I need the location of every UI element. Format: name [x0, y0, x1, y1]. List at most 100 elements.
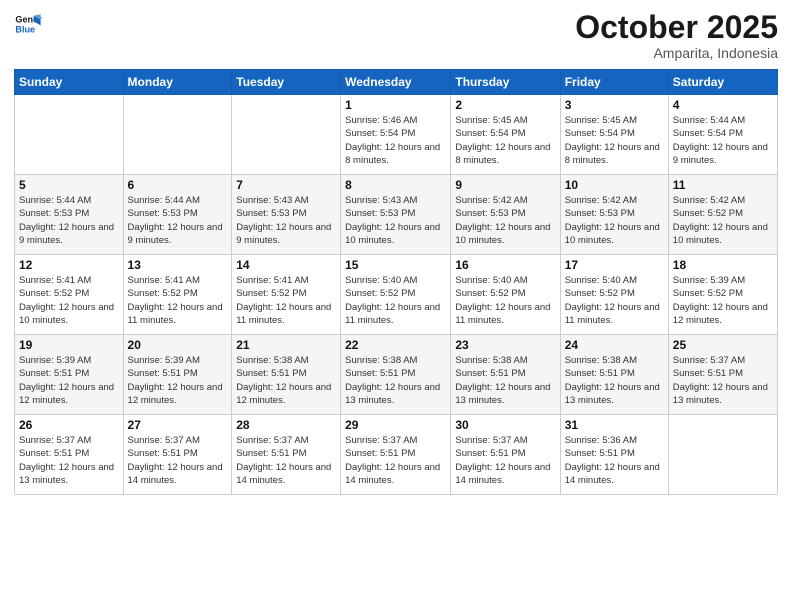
day-number: 2	[455, 98, 555, 112]
day-number: 3	[565, 98, 664, 112]
day-number: 5	[19, 178, 119, 192]
day-number: 31	[565, 418, 664, 432]
day-info: Sunrise: 5:40 AM Sunset: 5:52 PM Dayligh…	[565, 274, 664, 327]
day-number: 24	[565, 338, 664, 352]
month-title: October 2025	[575, 10, 778, 45]
calendar-cell	[668, 415, 777, 495]
day-number: 18	[673, 258, 773, 272]
calendar-cell: 5 Sunrise: 5:44 AM Sunset: 5:53 PM Daylig…	[15, 175, 124, 255]
weekday-header-sunday: Sunday	[15, 70, 124, 95]
day-info: Sunrise: 5:42 AM Sunset: 5:53 PM Dayligh…	[565, 194, 664, 247]
calendar-week-row: 5 Sunrise: 5:44 AM Sunset: 5:53 PM Daylig…	[15, 175, 778, 255]
calendar-week-row: 12 Sunrise: 5:41 AM Sunset: 5:52 PM Dayli…	[15, 255, 778, 335]
day-info: Sunrise: 5:41 AM Sunset: 5:52 PM Dayligh…	[128, 274, 228, 327]
day-info: Sunrise: 5:44 AM Sunset: 5:54 PM Dayligh…	[673, 114, 773, 167]
day-info: Sunrise: 5:38 AM Sunset: 5:51 PM Dayligh…	[455, 354, 555, 407]
day-info: Sunrise: 5:44 AM Sunset: 5:53 PM Dayligh…	[19, 194, 119, 247]
calendar-cell: 8 Sunrise: 5:43 AM Sunset: 5:53 PM Daylig…	[341, 175, 451, 255]
day-info: Sunrise: 5:40 AM Sunset: 5:52 PM Dayligh…	[345, 274, 446, 327]
calendar-cell: 15 Sunrise: 5:40 AM Sunset: 5:52 PM Dayli…	[341, 255, 451, 335]
day-number: 26	[19, 418, 119, 432]
calendar-cell: 10Sunrise: 5:42 AM Sunset: 5:53 PM Dayli…	[560, 175, 668, 255]
day-info: Sunrise: 5:42 AM Sunset: 5:52 PM Dayligh…	[673, 194, 773, 247]
day-info: Sunrise: 5:38 AM Sunset: 5:51 PM Dayligh…	[565, 354, 664, 407]
calendar-cell: 14Sunrise: 5:41 AM Sunset: 5:52 PM Dayli…	[232, 255, 341, 335]
calendar-cell: 2 Sunrise: 5:45 AM Sunset: 5:54 PM Daylig…	[451, 95, 560, 175]
calendar-week-row: 19 Sunrise: 5:39 AM Sunset: 5:51 PM Dayli…	[15, 335, 778, 415]
day-number: 16	[455, 258, 555, 272]
day-number: 22	[345, 338, 446, 352]
calendar-cell: 6Sunrise: 5:44 AM Sunset: 5:53 PM Daylig…	[123, 175, 232, 255]
logo: General Blue	[14, 10, 42, 38]
day-info: Sunrise: 5:37 AM Sunset: 5:51 PM Dayligh…	[128, 434, 228, 487]
day-info: Sunrise: 5:37 AM Sunset: 5:51 PM Dayligh…	[236, 434, 336, 487]
header: General Blue October 2025 Amparita, Indo…	[14, 10, 778, 61]
weekday-header-saturday: Saturday	[668, 70, 777, 95]
title-area: October 2025 Amparita, Indonesia	[575, 10, 778, 61]
location: Amparita, Indonesia	[575, 45, 778, 61]
day-info: Sunrise: 5:45 AM Sunset: 5:54 PM Dayligh…	[455, 114, 555, 167]
calendar-cell: 26Sunrise: 5:37 AM Sunset: 5:51 PM Dayli…	[15, 415, 124, 495]
day-number: 20	[128, 338, 228, 352]
calendar-week-row: 1 Sunrise: 5:46 AM Sunset: 5:54 PM Daylig…	[15, 95, 778, 175]
day-number: 29	[345, 418, 446, 432]
calendar-cell: 20 Sunrise: 5:39 AM Sunset: 5:51 PM Dayli…	[123, 335, 232, 415]
weekday-header-row: SundayMondayTuesdayWednesdayThursdayFrid…	[15, 70, 778, 95]
calendar-cell: 13 Sunrise: 5:41 AM Sunset: 5:52 PM Dayli…	[123, 255, 232, 335]
calendar-cell: 30Sunrise: 5:37 AM Sunset: 5:51 PM Dayli…	[451, 415, 560, 495]
day-number: 17	[565, 258, 664, 272]
day-info: Sunrise: 5:39 AM Sunset: 5:51 PM Dayligh…	[19, 354, 119, 407]
day-info: Sunrise: 5:46 AM Sunset: 5:54 PM Dayligh…	[345, 114, 446, 167]
calendar-cell: 27 Sunrise: 5:37 AM Sunset: 5:51 PM Dayli…	[123, 415, 232, 495]
day-info: Sunrise: 5:38 AM Sunset: 5:51 PM Dayligh…	[236, 354, 336, 407]
calendar-cell: 31 Sunrise: 5:36 AM Sunset: 5:51 PM Dayli…	[560, 415, 668, 495]
calendar-cell	[123, 95, 232, 175]
day-number: 7	[236, 178, 336, 192]
day-number: 14	[236, 258, 336, 272]
calendar-cell: 7 Sunrise: 5:43 AM Sunset: 5:53 PM Daylig…	[232, 175, 341, 255]
calendar-cell: 24 Sunrise: 5:38 AM Sunset: 5:51 PM Dayli…	[560, 335, 668, 415]
day-info: Sunrise: 5:37 AM Sunset: 5:51 PM Dayligh…	[455, 434, 555, 487]
day-info: Sunrise: 5:41 AM Sunset: 5:52 PM Dayligh…	[19, 274, 119, 327]
day-info: Sunrise: 5:40 AM Sunset: 5:52 PM Dayligh…	[455, 274, 555, 327]
calendar-cell: 21Sunrise: 5:38 AM Sunset: 5:51 PM Dayli…	[232, 335, 341, 415]
weekday-header-thursday: Thursday	[451, 70, 560, 95]
calendar-cell: 23Sunrise: 5:38 AM Sunset: 5:51 PM Dayli…	[451, 335, 560, 415]
calendar-table: SundayMondayTuesdayWednesdayThursdayFrid…	[14, 69, 778, 495]
day-number: 12	[19, 258, 119, 272]
day-number: 13	[128, 258, 228, 272]
day-number: 8	[345, 178, 446, 192]
calendar-cell: 4 Sunrise: 5:44 AM Sunset: 5:54 PM Daylig…	[668, 95, 777, 175]
svg-text:Blue: Blue	[15, 24, 35, 34]
day-info: Sunrise: 5:43 AM Sunset: 5:53 PM Dayligh…	[345, 194, 446, 247]
calendar-cell: 29Sunrise: 5:37 AM Sunset: 5:51 PM Dayli…	[341, 415, 451, 495]
calendar-cell: 1 Sunrise: 5:46 AM Sunset: 5:54 PM Daylig…	[341, 95, 451, 175]
day-info: Sunrise: 5:39 AM Sunset: 5:52 PM Dayligh…	[673, 274, 773, 327]
calendar-cell	[232, 95, 341, 175]
calendar-cell: 9Sunrise: 5:42 AM Sunset: 5:53 PM Daylig…	[451, 175, 560, 255]
calendar-cell: 17 Sunrise: 5:40 AM Sunset: 5:52 PM Dayli…	[560, 255, 668, 335]
calendar-cell: 12 Sunrise: 5:41 AM Sunset: 5:52 PM Dayli…	[15, 255, 124, 335]
day-info: Sunrise: 5:36 AM Sunset: 5:51 PM Dayligh…	[565, 434, 664, 487]
day-info: Sunrise: 5:37 AM Sunset: 5:51 PM Dayligh…	[673, 354, 773, 407]
calendar-cell	[15, 95, 124, 175]
day-info: Sunrise: 5:39 AM Sunset: 5:51 PM Dayligh…	[128, 354, 228, 407]
day-number: 15	[345, 258, 446, 272]
calendar-cell: 18 Sunrise: 5:39 AM Sunset: 5:52 PM Dayli…	[668, 255, 777, 335]
weekday-header-monday: Monday	[123, 70, 232, 95]
logo-icon: General Blue	[14, 10, 42, 38]
calendar-cell: 3Sunrise: 5:45 AM Sunset: 5:54 PM Daylig…	[560, 95, 668, 175]
day-info: Sunrise: 5:43 AM Sunset: 5:53 PM Dayligh…	[236, 194, 336, 247]
day-number: 28	[236, 418, 336, 432]
day-number: 1	[345, 98, 446, 112]
day-number: 11	[673, 178, 773, 192]
calendar-week-row: 26 Sunrise: 5:37 AM Sunset: 5:51 PM Dayli…	[15, 415, 778, 495]
day-number: 19	[19, 338, 119, 352]
day-number: 27	[128, 418, 228, 432]
page: General Blue October 2025 Amparita, Indo…	[0, 0, 792, 612]
day-info: Sunrise: 5:38 AM Sunset: 5:51 PM Dayligh…	[345, 354, 446, 407]
day-number: 25	[673, 338, 773, 352]
weekday-header-wednesday: Wednesday	[341, 70, 451, 95]
weekday-header-tuesday: Tuesday	[232, 70, 341, 95]
day-number: 4	[673, 98, 773, 112]
